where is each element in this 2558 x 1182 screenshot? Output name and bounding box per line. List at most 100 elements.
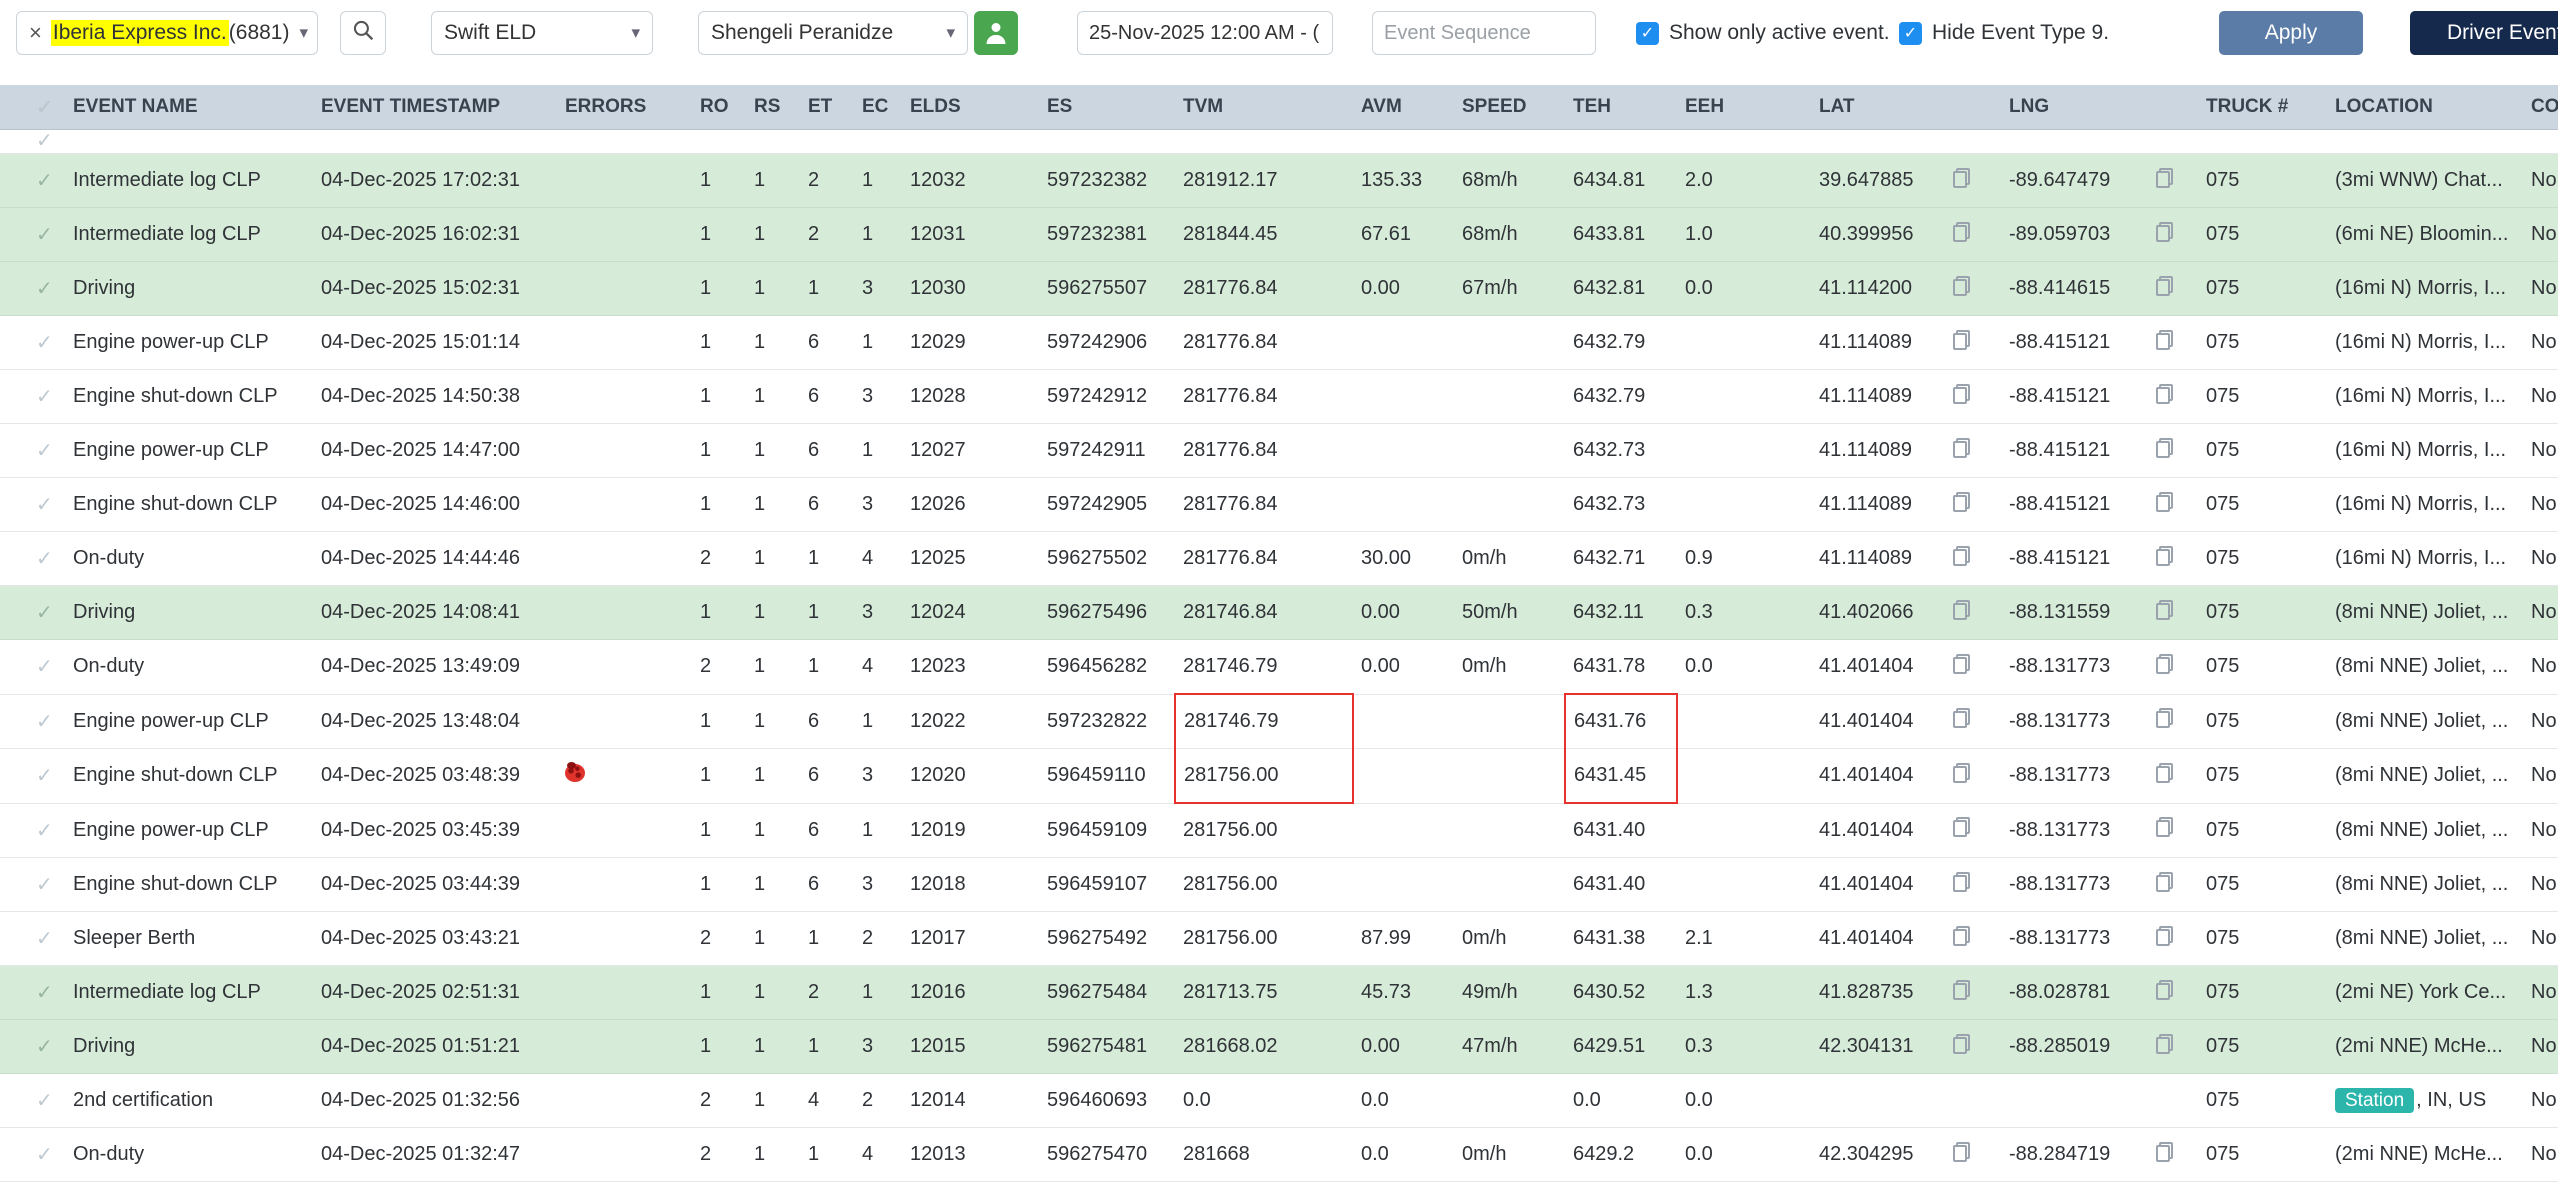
copy-icon[interactable] [1953,438,1970,458]
copy-icon[interactable] [2156,384,2173,404]
copy-icon[interactable] [1953,168,1970,188]
cell-location: (8mi NNE) Joliet, ... [2327,640,2523,695]
copy-icon[interactable] [2156,168,2173,188]
copy-icon[interactable] [1953,1034,1970,1054]
copy-icon[interactable] [2156,926,2173,946]
eld-select[interactable]: Swift ELD ▾ [431,11,653,55]
copy-icon[interactable] [2156,330,2173,350]
row-checkbox[interactable]: ✓ [36,928,53,950]
copy-icon[interactable] [2156,654,2173,674]
copy-icon[interactable] [1953,980,1970,1000]
copy-icon[interactable] [1953,276,1970,296]
row-checkbox[interactable]: ✓ [36,1036,53,1058]
col-header-ro: RO [692,85,746,130]
copy-icon[interactable] [2156,763,2173,783]
show-only-active-checkbox[interactable]: ✓ [1636,22,1659,45]
row-checkbox[interactable]: ✓ [36,602,53,624]
row-checkbox[interactable]: ✓ [36,224,53,246]
cell-lat: 41.114089 [1811,478,1945,532]
show-only-active-toggle[interactable]: ✓ Show only active event. [1636,11,1890,55]
cell-teh: 6432.79 [1565,370,1677,424]
cell-ro: 2 [692,1074,746,1128]
copy-icon[interactable] [2156,222,2173,242]
cell-lng_copy [2148,532,2198,586]
copy-icon[interactable] [1953,654,1970,674]
search-button[interactable] [340,11,386,55]
row-checkbox[interactable]: ✓ [36,440,53,462]
copy-icon[interactable] [1953,817,1970,837]
row-checkbox[interactable]: ✓ [36,332,53,354]
hide-event-type9-toggle[interactable]: ✓ Hide Event Type 9. [1899,11,2109,55]
col-header-check: ✓ [0,85,65,130]
cell-teh: 6432.11 [1565,586,1677,640]
cell-co: No [2523,1074,2558,1128]
cell-ts [313,130,557,154]
cell-ts: 04-Dec-2025 17:02:31 [313,154,557,208]
cell-lat [1811,1074,1945,1128]
row-checkbox[interactable]: ✓ [36,130,53,154]
cell-lng_copy [2148,1074,2198,1128]
row-checkbox[interactable]: ✓ [36,982,53,1004]
row-checkbox[interactable]: ✓ [36,820,53,842]
copy-icon[interactable] [2156,438,2173,458]
row-checkbox[interactable]: ✓ [36,494,53,516]
copy-icon[interactable] [1953,1142,1970,1162]
copy-icon[interactable] [1953,926,1970,946]
driver-select[interactable]: Shengeli Peranidze ▾ [698,11,968,55]
row-checkbox[interactable]: ✓ [36,1090,53,1112]
cell-tvm: 281776.84 [1175,370,1353,424]
cell-lat: 41.828735 [1811,966,1945,1020]
cell-et: 6 [800,749,854,804]
copy-icon[interactable] [2156,546,2173,566]
copy-icon[interactable] [2156,708,2173,728]
row-checkbox[interactable]: ✓ [36,1144,53,1166]
copy-icon[interactable] [2156,276,2173,296]
copy-icon[interactable] [2156,600,2173,620]
cell-ec: 1 [854,208,902,262]
row-checkbox[interactable]: ✓ [36,711,53,733]
cell-lng_copy [2148,154,2198,208]
cell-elds: 12017 [902,912,1039,966]
row-checkbox[interactable]: ✓ [36,170,53,192]
copy-icon[interactable] [2156,980,2173,1000]
cell-ts: 04-Dec-2025 15:01:14 [313,316,557,370]
copy-icon[interactable] [2156,872,2173,892]
copy-icon[interactable] [1953,600,1970,620]
cell-es: 596460693 [1039,1074,1175,1128]
copy-icon[interactable] [2156,1142,2173,1162]
copy-icon[interactable] [1953,763,1970,783]
copy-icon[interactable] [1953,330,1970,350]
copy-icon[interactable] [1953,222,1970,242]
row-checkbox[interactable]: ✓ [36,386,53,408]
driver-events-button[interactable]: Driver Events [2410,11,2558,55]
row-checkbox[interactable]: ✓ [36,278,53,300]
event-sequence-input[interactable] [1372,11,1596,55]
copy-icon[interactable] [1953,872,1970,892]
select-all-checkbox[interactable]: ✓ [36,97,53,119]
apply-button[interactable]: Apply [2219,11,2363,55]
cell-co: No [2523,262,2558,316]
row-checkbox[interactable]: ✓ [36,548,53,570]
company-select[interactable]: × Iberia Express Inc. (6881) ▾ [16,11,318,55]
date-range-input[interactable] [1077,11,1333,55]
row-checkbox[interactable]: ✓ [36,656,53,678]
copy-icon[interactable] [2156,492,2173,512]
cell-errors [557,803,692,858]
row-checkbox[interactable]: ✓ [36,874,53,896]
clear-icon[interactable]: × [29,20,42,46]
driver-profile-button[interactable] [974,11,1018,55]
table-row: ✓On-duty04-Dec-2025 13:49:09211412023596… [0,640,2558,695]
row-checkbox[interactable]: ✓ [36,765,53,787]
error-bug-icon[interactable] [565,764,585,782]
copy-icon[interactable] [2156,1034,2173,1054]
copy-icon[interactable] [1953,492,1970,512]
cell-lat_copy [1945,694,2001,749]
copy-icon[interactable] [1953,708,1970,728]
hide-event-type9-checkbox[interactable]: ✓ [1899,22,1922,45]
copy-icon[interactable] [1953,384,1970,404]
copy-icon[interactable] [1953,546,1970,566]
copy-icon[interactable] [2156,817,2173,837]
cell-co: No [2523,154,2558,208]
cell-lat_copy [1945,803,2001,858]
col-header-eeh: EEH [1677,85,1811,130]
